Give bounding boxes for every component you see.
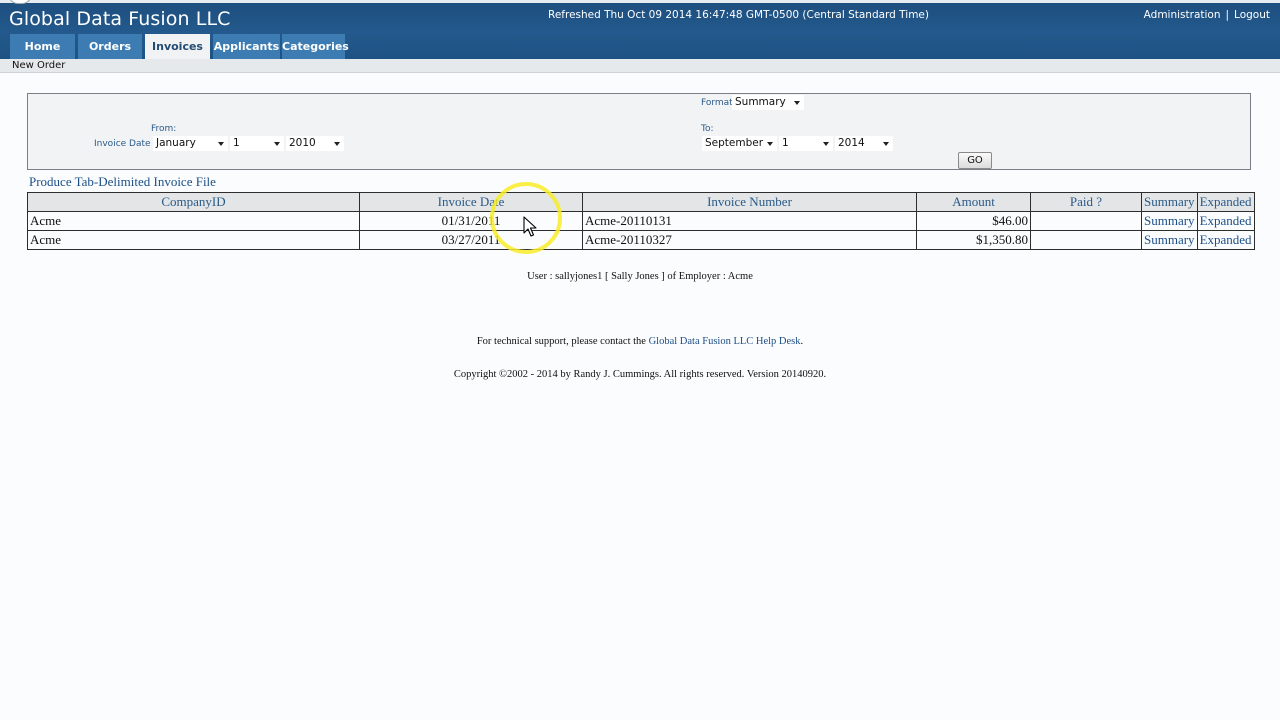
col-header-company[interactable]: CompanyID [27, 192, 360, 212]
cell-invoice-date: 01/31/2011 [359, 211, 583, 231]
chevron-down-icon [794, 101, 800, 105]
tab-orders[interactable]: Orders [78, 34, 142, 59]
col-header-expanded: Expanded [1196, 192, 1255, 212]
cell-invoice-date: 03/27/2011 [359, 230, 583, 250]
browser-top-strip [0, 0, 1280, 4]
to-year-select[interactable]: 2014 [835, 136, 893, 151]
cell-amount: $46.00 [916, 211, 1031, 231]
invoice-date-label: Invoice Date [94, 139, 151, 149]
table-row: Acme 01/31/2011 Acme-20110131 $46.00 Sum… [27, 211, 1255, 231]
support-suffix: . [800, 336, 804, 347]
user-info: User : sallyjones1 [ Sally Jones ] of Em… [527, 271, 753, 282]
to-day-value: 1 [782, 137, 789, 149]
refreshed-timestamp: Refreshed Thu Oct 09 2014 16:47:48 GMT-0… [548, 9, 929, 21]
from-day-value: 1 [233, 137, 240, 149]
tab-categories[interactable]: Categories [282, 34, 349, 59]
copyright: Copyright ©2002 - 2014 by Randy J. Cummi… [453, 369, 827, 380]
cell-paid [1030, 230, 1142, 250]
col-header-invoice-date[interactable]: Invoice Date [359, 192, 583, 212]
table-row: Acme 03/27/2011 Acme-20110327 $1,350.80 … [27, 230, 1255, 250]
chevron-down-icon [883, 142, 889, 146]
administration-link[interactable]: Administration [1144, 9, 1221, 21]
chevron-down-icon [274, 142, 280, 146]
table-header-row: CompanyID Invoice Date Invoice Number Am… [27, 192, 1255, 212]
chevron-down-icon [823, 142, 829, 146]
format-value: Summary [735, 96, 786, 108]
to-month-value: September [705, 137, 764, 149]
summary-link[interactable]: Summary [1141, 211, 1198, 231]
new-order-link[interactable]: New Order [12, 59, 65, 72]
app-title: Global Data Fusion LLC [9, 8, 231, 30]
admin-links: Administration | Logout [1144, 9, 1270, 21]
to-day-select[interactable]: 1 [779, 136, 833, 151]
col-header-summary: Summary [1141, 192, 1198, 212]
cell-amount: $1,350.80 [916, 230, 1031, 250]
to-label: To: [701, 124, 714, 134]
go-button[interactable]: GO [958, 152, 992, 169]
tab-applicants[interactable]: Applicants [213, 34, 280, 59]
expanded-link[interactable]: Expanded [1196, 211, 1255, 231]
chevron-down-icon [767, 142, 773, 146]
from-month-select[interactable]: January [153, 136, 228, 151]
cell-invoice-number: Acme-20110131 [582, 211, 917, 231]
invoice-table: CompanyID Invoice Date Invoice Number Am… [27, 192, 1255, 250]
col-header-amount[interactable]: Amount [916, 192, 1031, 212]
col-header-paid[interactable]: Paid ? [1030, 192, 1142, 212]
col-header-invoice-number[interactable]: Invoice Number [582, 192, 917, 212]
link-separator: | [1225, 9, 1230, 21]
expanded-link[interactable]: Expanded [1196, 230, 1255, 250]
cell-company: Acme [27, 211, 360, 231]
format-select[interactable]: Summary [732, 95, 804, 110]
to-year-value: 2014 [838, 137, 865, 149]
app-header: Global Data Fusion LLC Refreshed Thu Oct… [0, 0, 1280, 60]
from-year-value: 2010 [289, 137, 316, 149]
cell-invoice-number: Acme-20110327 [582, 230, 917, 250]
chevron-down-icon [334, 142, 340, 146]
chevron-down-icon [218, 142, 224, 146]
sub-nav-bar [0, 59, 1280, 73]
from-day-select[interactable]: 1 [230, 136, 284, 151]
logout-link[interactable]: Logout [1234, 9, 1270, 21]
support-line: For technical support, please contact th… [0, 336, 1280, 347]
cell-paid [1030, 211, 1142, 231]
tab-invoices[interactable]: Invoices [145, 34, 210, 60]
from-month-value: January [156, 137, 196, 149]
from-label: From: [151, 124, 177, 134]
from-year-select[interactable]: 2010 [286, 136, 344, 151]
invoice-filter-panel: Format Summary From: Invoice Date Januar… [27, 93, 1251, 170]
to-month-select[interactable]: September [702, 136, 777, 151]
browser-tab-edge [8, 0, 32, 4]
cell-company: Acme [27, 230, 360, 250]
format-label: Format [701, 98, 733, 108]
tab-home[interactable]: Home [10, 34, 75, 59]
summary-link[interactable]: Summary [1141, 230, 1198, 250]
produce-invoice-file-link[interactable]: Produce Tab-Delimited Invoice File [29, 174, 216, 190]
help-desk-link[interactable]: Global Data Fusion LLC Help Desk [649, 336, 801, 347]
support-prefix: For technical support, please contact th… [476, 336, 649, 347]
